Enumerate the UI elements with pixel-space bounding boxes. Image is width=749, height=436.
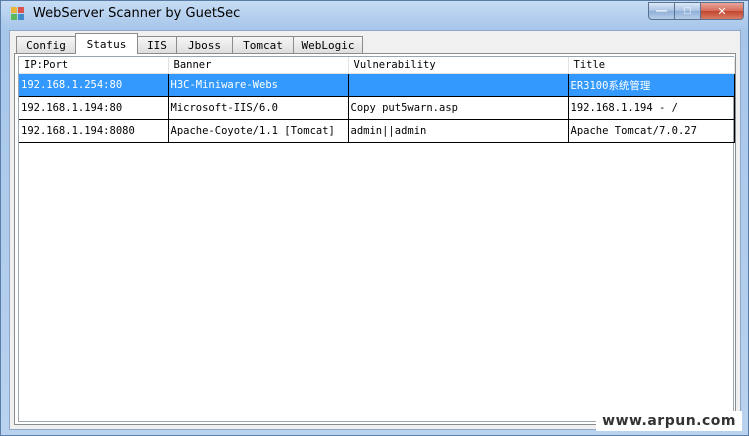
cell-vulnerability: Copy put5warn.asp [348, 96, 569, 120]
cell-title: Apache Tomcat/7.0.27 [568, 119, 735, 143]
title-bar[interactable]: WebServer Scanner by GuetSec — □ ✕ [1, 1, 748, 29]
tab-config[interactable]: Config [16, 36, 76, 54]
column-header-vulnerability[interactable]: Vulnerability [348, 57, 569, 74]
cell-banner: Microsoft-IIS/6.0 [168, 96, 349, 120]
cell-title: 192.168.1.194 - / [568, 96, 735, 120]
column-header-ip-port[interactable]: IP:Port [19, 57, 169, 74]
results-table: IP:Port Banner Vulnerability Title 192.1… [19, 57, 735, 143]
window-title: WebServer Scanner by GuetSec [33, 6, 241, 21]
table-row[interactable]: 192.168.1.254:80 H3C-Miniware-Webs ER310… [19, 73, 735, 97]
tab-status[interactable]: Status [75, 33, 138, 54]
tab-iis[interactable]: IIS [137, 36, 177, 54]
cell-banner: Apache-Coyote/1.1 [Tomcat] [168, 119, 349, 143]
app-grid-icon [11, 7, 24, 20]
window-controls: — □ ✕ [648, 2, 744, 21]
cell-ip-port: 192.168.1.194:80 [19, 96, 169, 120]
table-row[interactable]: 192.168.1.194:80 Microsoft-IIS/6.0 Copy … [19, 96, 735, 120]
status-tab-page: IP:Port Banner Vulnerability Title 192.1… [14, 53, 736, 425]
minimize-button[interactable]: — [648, 2, 674, 20]
minimize-icon: — [656, 5, 667, 17]
column-header-banner[interactable]: Banner [168, 57, 349, 74]
header-row: IP:Port Banner Vulnerability Title [19, 57, 735, 74]
cell-banner: H3C-Miniware-Webs [168, 73, 349, 97]
cell-ip-port: 192.168.1.254:80 [19, 73, 169, 97]
tab-weblogic[interactable]: WebLogic [293, 36, 363, 54]
client-area: Config Status IIS Jboss Tomcat WebLogic … [9, 30, 741, 430]
close-button[interactable]: ✕ [700, 2, 744, 20]
cell-ip-port: 192.168.1.194:8080 [19, 119, 169, 143]
watermark: www.arpun.com [596, 411, 742, 431]
tab-jboss[interactable]: Jboss [176, 36, 233, 54]
results-list-view[interactable]: IP:Port Banner Vulnerability Title 192.1… [18, 56, 735, 422]
cell-vulnerability: admin||admin [348, 119, 569, 143]
cell-title: ER3100系统管理 [568, 73, 735, 97]
maximize-icon: □ [684, 5, 691, 17]
column-header-title[interactable]: Title [568, 57, 735, 74]
tab-strip: Config Status IIS Jboss Tomcat WebLogic [16, 32, 363, 54]
cell-vulnerability [348, 73, 569, 97]
table-row[interactable]: 192.168.1.194:8080 Apache-Coyote/1.1 [To… [19, 119, 735, 143]
close-icon: ✕ [717, 5, 727, 18]
app-window: WebServer Scanner by GuetSec — □ ✕ Confi… [0, 0, 749, 436]
tab-tomcat[interactable]: Tomcat [232, 36, 294, 54]
maximize-button[interactable]: □ [674, 2, 700, 20]
